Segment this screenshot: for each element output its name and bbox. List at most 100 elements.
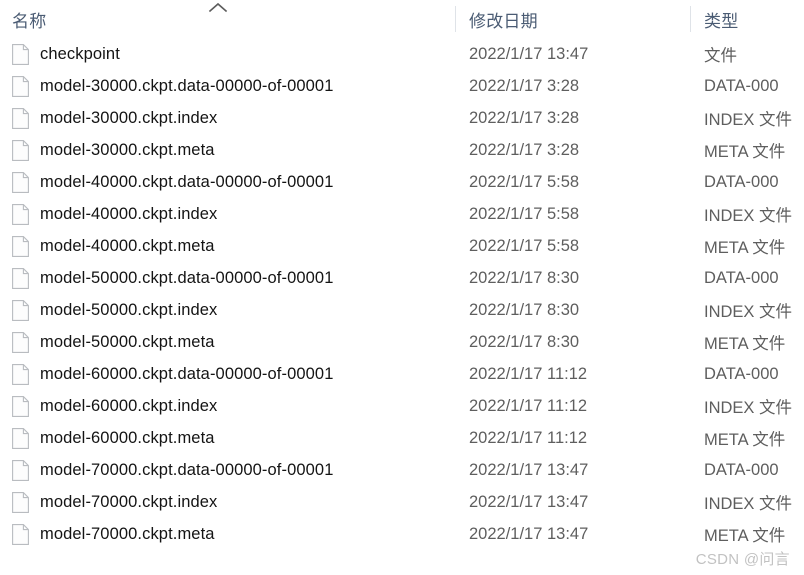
date-modified-cell: 2022/1/17 8:30: [469, 332, 580, 351]
file-type-cell: 文件: [704, 47, 737, 65]
file-name-label: model-50000.ckpt.meta: [40, 332, 215, 351]
file-type-cell: META 文件: [704, 527, 786, 545]
file-icon: [12, 427, 29, 449]
date-modified-cell: 2022/1/17 5:58: [469, 236, 580, 255]
file-name-cell: model-30000.ckpt.data-00000-of-00001: [0, 70, 455, 102]
date-modified-cell: 2022/1/17 13:47: [469, 460, 589, 479]
file-explorer-detail-view: 名称 修改日期 类型 checkpoint 2022/1/17 13:47 文件…: [0, 0, 804, 575]
column-header-type-label: 类型: [704, 11, 739, 31]
column-header-name[interactable]: 名称: [0, 0, 455, 38]
file-icon: [12, 491, 29, 513]
column-divider-2[interactable]: [690, 6, 691, 32]
file-type-cell: INDEX 文件: [704, 303, 793, 321]
file-name-cell: model-70000.ckpt.data-00000-of-00001: [0, 454, 455, 486]
date-modified-cell: 2022/1/17 11:12: [469, 364, 588, 383]
file-type-cell: DATA-000: [704, 268, 779, 287]
file-type-cell: DATA-000: [704, 460, 779, 479]
file-list-item[interactable]: model-40000.ckpt.data-00000-of-00001 202…: [0, 166, 804, 198]
file-type-cell: INDEX 文件: [704, 495, 793, 513]
file-list-item[interactable]: model-50000.ckpt.meta 2022/1/17 8:30 MET…: [0, 326, 804, 358]
date-modified-cell: 2022/1/17 5:58: [469, 172, 580, 191]
file-name-cell: model-60000.ckpt.index: [0, 390, 455, 422]
file-type-cell: INDEX 文件: [704, 399, 793, 417]
date-modified-cell: 2022/1/17 3:28: [469, 76, 580, 95]
file-list-item[interactable]: model-60000.ckpt.index 2022/1/17 11:12 I…: [0, 390, 804, 422]
column-divider-1[interactable]: [455, 6, 456, 32]
file-icon: [12, 75, 29, 97]
file-icon: [12, 107, 29, 129]
file-list-item[interactable]: model-70000.ckpt.meta 2022/1/17 13:47 ME…: [0, 518, 804, 550]
file-icon: [12, 171, 29, 193]
file-list-item[interactable]: model-40000.ckpt.meta 2022/1/17 5:58 MET…: [0, 230, 804, 262]
file-name-label: model-50000.ckpt.data-00000-of-00001: [40, 268, 334, 287]
date-modified-cell: 2022/1/17 11:12: [469, 428, 588, 447]
file-name-label: model-70000.ckpt.data-00000-of-00001: [40, 460, 334, 479]
date-modified-cell: 2022/1/17 8:30: [469, 268, 580, 287]
file-list-item[interactable]: model-70000.ckpt.index 2022/1/17 13:47 I…: [0, 486, 804, 518]
file-name-label: model-40000.ckpt.meta: [40, 236, 215, 255]
column-header-type[interactable]: 类型: [690, 0, 804, 38]
file-list-item[interactable]: checkpoint 2022/1/17 13:47 文件: [0, 38, 804, 70]
file-list-item[interactable]: model-60000.ckpt.data-00000-of-00001 202…: [0, 358, 804, 390]
file-name-cell: model-70000.ckpt.index: [0, 486, 455, 518]
file-list-item[interactable]: model-50000.ckpt.data-00000-of-00001 202…: [0, 262, 804, 294]
file-name-cell: model-50000.ckpt.meta: [0, 326, 455, 358]
file-name-cell: model-40000.ckpt.index: [0, 198, 455, 230]
file-type-cell: DATA-000: [704, 76, 779, 95]
file-name-cell: model-70000.ckpt.meta: [0, 518, 455, 550]
date-modified-cell: 2022/1/17 13:47: [469, 524, 589, 543]
date-modified-cell: 2022/1/17 11:12: [469, 396, 588, 415]
file-icon: [12, 395, 29, 417]
file-icon: [12, 139, 29, 161]
file-name-cell: model-60000.ckpt.meta: [0, 422, 455, 454]
file-type-cell: META 文件: [704, 335, 786, 353]
file-name-cell: model-50000.ckpt.data-00000-of-00001: [0, 262, 455, 294]
file-icon: [12, 459, 29, 481]
file-name-label: model-70000.ckpt.index: [40, 492, 218, 511]
date-modified-cell: 2022/1/17 8:30: [469, 300, 580, 319]
file-name-cell: model-30000.ckpt.meta: [0, 134, 455, 166]
column-header-date-modified-label: 修改日期: [469, 11, 538, 31]
file-name-cell: model-50000.ckpt.index: [0, 294, 455, 326]
file-type-cell: META 文件: [704, 431, 786, 449]
file-icon: [12, 267, 29, 289]
file-name-label: model-40000.ckpt.index: [40, 204, 218, 223]
file-list-item[interactable]: model-40000.ckpt.index 2022/1/17 5:58 IN…: [0, 198, 804, 230]
date-modified-cell: 2022/1/17 3:28: [469, 108, 580, 127]
file-type-cell: DATA-000: [704, 364, 779, 383]
file-name-label: model-70000.ckpt.meta: [40, 524, 215, 543]
file-icon: [12, 235, 29, 257]
file-name-label: model-60000.ckpt.index: [40, 396, 218, 415]
column-header-name-label: 名称: [12, 11, 47, 31]
file-name-cell: checkpoint: [0, 38, 455, 70]
file-name-cell: model-60000.ckpt.data-00000-of-00001: [0, 358, 455, 390]
file-type-cell: INDEX 文件: [704, 207, 793, 225]
file-list[interactable]: checkpoint 2022/1/17 13:47 文件 model-3000…: [0, 38, 804, 575]
file-list-item[interactable]: model-30000.ckpt.data-00000-of-00001 202…: [0, 70, 804, 102]
file-name-label: model-50000.ckpt.index: [40, 300, 218, 319]
file-type-cell: META 文件: [704, 143, 786, 161]
file-name-label: model-30000.ckpt.index: [40, 108, 218, 127]
file-name-cell: model-40000.ckpt.meta: [0, 230, 455, 262]
date-modified-cell: 2022/1/17 5:58: [469, 204, 580, 223]
file-list-item[interactable]: model-60000.ckpt.meta 2022/1/17 11:12 ME…: [0, 422, 804, 454]
file-name-label: model-30000.ckpt.meta: [40, 140, 215, 159]
file-list-item[interactable]: model-50000.ckpt.index 2022/1/17 8:30 IN…: [0, 294, 804, 326]
file-icon: [12, 203, 29, 225]
file-name-cell: model-30000.ckpt.index: [0, 102, 455, 134]
file-name-cell: model-40000.ckpt.data-00000-of-00001: [0, 166, 455, 198]
date-modified-cell: 2022/1/17 13:47: [469, 492, 589, 511]
file-type-cell: INDEX 文件: [704, 111, 793, 129]
file-list-item[interactable]: model-30000.ckpt.meta 2022/1/17 3:28 MET…: [0, 134, 804, 166]
file-type-cell: META 文件: [704, 239, 786, 257]
file-list-item[interactable]: model-70000.ckpt.data-00000-of-00001 202…: [0, 454, 804, 486]
file-name-label: checkpoint: [40, 44, 120, 63]
file-icon: [12, 523, 29, 545]
date-modified-cell: 2022/1/17 13:47: [469, 44, 589, 63]
column-header-date-modified[interactable]: 修改日期: [455, 0, 690, 38]
file-list-item[interactable]: model-30000.ckpt.index 2022/1/17 3:28 IN…: [0, 102, 804, 134]
file-name-label: model-60000.ckpt.data-00000-of-00001: [40, 364, 334, 383]
file-name-label: model-40000.ckpt.data-00000-of-00001: [40, 172, 334, 191]
file-name-label: model-60000.ckpt.meta: [40, 428, 215, 447]
column-header-bar: 名称 修改日期 类型: [0, 0, 804, 38]
